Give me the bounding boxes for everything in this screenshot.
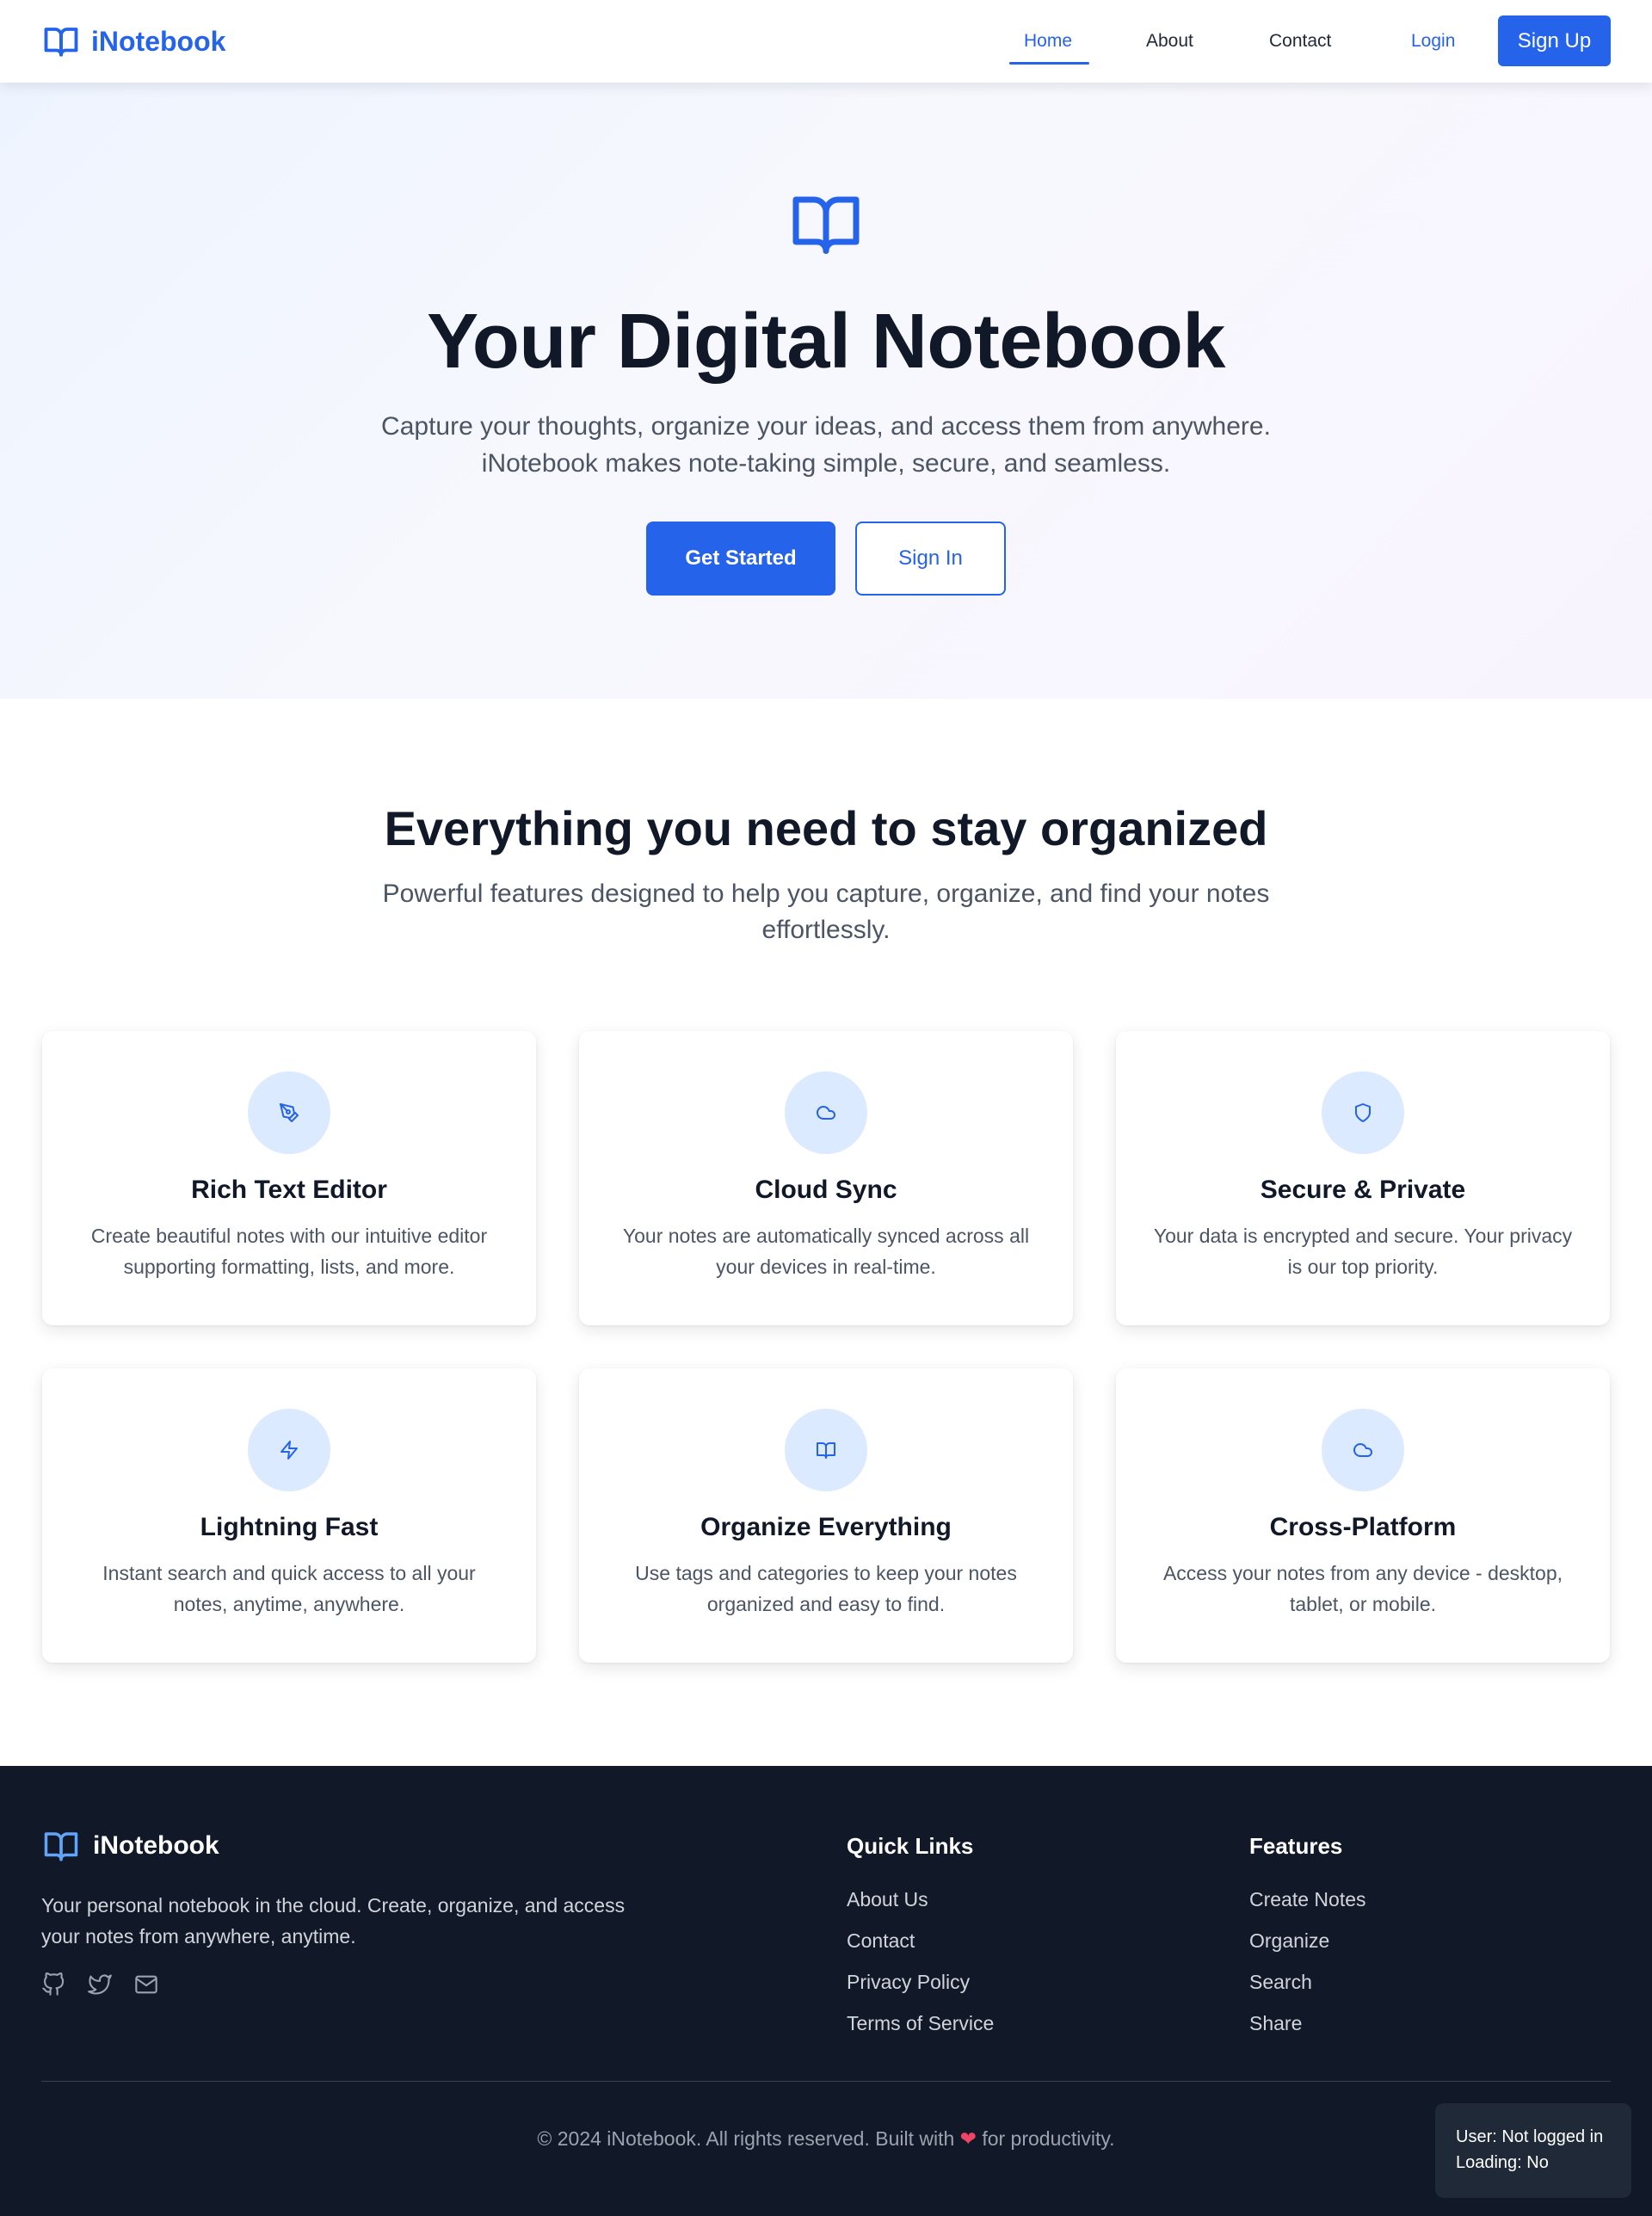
footer: iNotebook Your personal notebook in the … xyxy=(0,1766,1652,2216)
hero-subtitle: Capture your thoughts, organize your ide… xyxy=(353,408,1299,482)
book-open-icon xyxy=(792,196,860,254)
footer-description: Your personal notebook in the cloud. Cre… xyxy=(41,1894,626,1947)
features-title: Everything you need to stay organized xyxy=(384,801,1268,855)
feature-card-rich-text-editor: Rich Text Editor Create beautiful notes … xyxy=(42,1031,536,1325)
footer-link-terms-of-service[interactable]: Terms of Service xyxy=(847,2012,994,2035)
hero-subtitle-line1: Capture your thoughts, organize your ide… xyxy=(381,412,1271,441)
brand-name: iNotebook xyxy=(91,25,226,57)
status-loading: Loading: No xyxy=(1456,2153,1549,2172)
feature-card-secure-private: Secure & Private Your data is encrypted … xyxy=(1116,1031,1610,1325)
feature-card-organize-everything: Organize Everything Use tags and categor… xyxy=(579,1368,1073,1663)
feature-title: Cross-Platform xyxy=(1269,1513,1457,1541)
feature-title: Organize Everything xyxy=(700,1513,952,1541)
hero-section: Your Digital Notebook Capture your thoug… xyxy=(0,83,1652,699)
copyright-suffix: for productivity. xyxy=(982,2127,1115,2150)
nav-about-link[interactable]: About xyxy=(1146,26,1193,57)
footer-brand-name: iNotebook xyxy=(93,1831,219,1860)
feature-title: Rich Text Editor xyxy=(191,1176,387,1204)
mail-icon[interactable] xyxy=(134,1972,158,1997)
footer-link-share[interactable]: Share xyxy=(1249,2012,1302,2035)
brand-logo[interactable]: iNotebook xyxy=(41,22,225,60)
feature-icon-circle xyxy=(785,1409,867,1491)
heart-icon: ❤ xyxy=(959,2127,977,2150)
copyright-prefix: © 2024 iNotebook. All rights reserved. B… xyxy=(537,2127,955,2150)
quick-links-title: Quick Links xyxy=(847,1833,974,1859)
feature-title: Cloud Sync xyxy=(755,1176,897,1204)
debug-status-panel: User: Not logged in Loading: No xyxy=(1435,2103,1631,2198)
feature-description: Create beautiful notes with our intuitiv… xyxy=(90,1225,488,1278)
footer-link-privacy-policy[interactable]: Privacy Policy xyxy=(847,1971,970,1994)
nav-contact-link[interactable]: Contact xyxy=(1269,26,1331,57)
footer-link-create-notes[interactable]: Create Notes xyxy=(1249,1888,1366,1911)
footer-link-organize[interactable]: Organize xyxy=(1249,1929,1329,1953)
features-subtitle: Powerful features designed to help you c… xyxy=(382,880,1270,944)
github-icon[interactable] xyxy=(41,1972,65,1997)
social-links xyxy=(41,1972,158,1997)
feature-description: Use tags and categories to keep your not… xyxy=(635,1562,1017,1615)
nav-login-link[interactable]: Login xyxy=(1411,26,1455,57)
sign-in-button[interactable]: Sign In xyxy=(855,522,1006,596)
feature-icon-circle xyxy=(785,1071,867,1154)
hero-title: Your Digital Notebook xyxy=(427,299,1225,385)
cloud-icon xyxy=(1353,1443,1372,1457)
feature-icon-circle xyxy=(1322,1409,1404,1491)
footer-link-about-us[interactable]: About Us xyxy=(847,1888,928,1911)
feature-description: Your notes are automatically synced acro… xyxy=(622,1225,1030,1278)
copyright-text: © 2024 iNotebook. All rights reserved. B… xyxy=(0,2127,1652,2151)
features-links-title: Features xyxy=(1249,1833,1343,1859)
feature-card-cross-platform: Cross-Platform Access your notes from an… xyxy=(1116,1368,1610,1663)
feature-title: Lightning Fast xyxy=(200,1513,379,1541)
hero-subtitle-line2: iNotebook makes note-taking simple, secu… xyxy=(481,449,1171,478)
twitter-icon[interactable] xyxy=(88,1972,112,1997)
zap-icon xyxy=(280,1441,298,1460)
feature-card-cloud-sync: Cloud Sync Your notes are automatically … xyxy=(579,1031,1073,1325)
footer-link-search[interactable]: Search xyxy=(1249,1971,1312,1994)
footer-link-contact[interactable]: Contact xyxy=(847,1929,915,1953)
footer-brand[interactable]: iNotebook xyxy=(41,1828,219,1864)
footer-divider xyxy=(41,2081,1611,2082)
nav-active-indicator xyxy=(1009,62,1089,65)
navbar: iNotebook Home About Contact Login Sign … xyxy=(0,0,1652,83)
book-open-icon xyxy=(817,1442,835,1459)
feature-card-lightning-fast: Lightning Fast Instant search and quick … xyxy=(42,1368,536,1663)
shield-icon xyxy=(1355,1103,1371,1122)
nav-home-link[interactable]: Home xyxy=(1024,26,1072,57)
pen-tool-icon xyxy=(280,1103,299,1122)
feature-icon-circle xyxy=(248,1071,330,1154)
get-started-button[interactable]: Get Started xyxy=(646,522,835,596)
feature-icon-circle xyxy=(248,1409,330,1491)
feature-description: Access your notes from any device - desk… xyxy=(1162,1562,1563,1615)
feature-description: Instant search and quick access to all y… xyxy=(102,1562,476,1615)
book-open-icon xyxy=(44,1832,78,1861)
cloud-icon xyxy=(817,1106,835,1120)
book-open-icon xyxy=(44,28,78,57)
feature-description: Your data is encrypted and secure. Your … xyxy=(1153,1225,1573,1278)
signup-button[interactable]: Sign Up xyxy=(1498,15,1611,66)
status-user: User: Not logged in xyxy=(1456,2127,1604,2146)
feature-title: Secure & Private xyxy=(1260,1176,1466,1204)
feature-icon-circle xyxy=(1322,1071,1404,1154)
